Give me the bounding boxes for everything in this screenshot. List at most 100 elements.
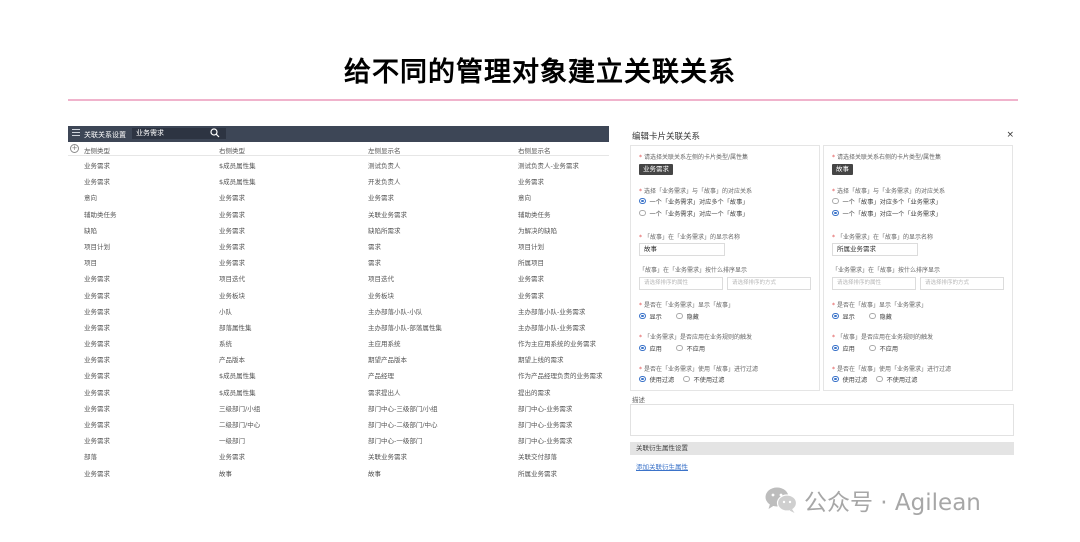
table-cell: 为解决的缺陷	[518, 226, 557, 235]
search-icon[interactable]	[210, 128, 220, 138]
table-row[interactable]: 项目 业务需求 需求 所属项目	[68, 253, 609, 269]
table-cell: $成员属性集	[219, 162, 256, 170]
table-cell: 部门中心-二级部门/中心	[368, 421, 438, 429]
table-row[interactable]: 缺陷 业务需求 缺陷所需求 为解决的缺陷	[68, 221, 609, 237]
table-row[interactable]: 业务需求 一级部门 部门中心-一级部门 部门中心-业务需求	[68, 431, 609, 447]
table-cell: 期望上线的需求	[518, 356, 564, 365]
table-cell: 主办部落小队-小队	[368, 307, 423, 316]
radio-option[interactable]: 一个「故事」对应一个「业务需求」	[832, 209, 942, 218]
sort-order-select[interactable]: 请选择排序的方式	[727, 277, 811, 290]
table-row[interactable]: 项目计划 业务需求 需求 项目计划	[68, 237, 609, 253]
close-icon[interactable]: ×	[1006, 130, 1014, 140]
table-row[interactable]: 辅助类任务 业务需求 关联业务需求 辅助类任务	[68, 205, 609, 221]
table-cell: 缺陷	[84, 226, 97, 235]
table-cell: 业务需求	[219, 194, 245, 203]
table-row[interactable]: 业务需求 $成员属性集 开发负责人 业务需求	[68, 172, 609, 188]
table-cell: 关联业务需求	[368, 210, 407, 219]
add-circle-icon[interactable]: +	[70, 144, 79, 153]
display-name-input[interactable]: 故事	[639, 243, 725, 256]
table-cell: 业务需求	[84, 162, 110, 170]
table-row[interactable]: 业务需求 $成员属性集 需求提出人 提出的需求	[68, 383, 609, 399]
field-label: 「故事」在「业务需求」按什么排序显示	[639, 267, 748, 274]
relation-settings-panel: 关联关系设置 业务需求 + 左侧类型 右侧类型 左侧显示名 右侧显示名 业务需求…	[68, 126, 609, 478]
field-label: * 请选择关联关系右侧的卡片类型/属性集	[832, 154, 942, 161]
table-row[interactable]: 业务需求 故事 故事 所属业务需求	[68, 464, 609, 478]
column-header: 左侧显示名	[368, 147, 401, 155]
table-cell: 关联交付部落	[518, 453, 557, 462]
radio-option[interactable]: 使用过滤	[832, 375, 867, 384]
selected-type-tag[interactable]: 故事	[832, 164, 853, 175]
radio-option[interactable]: 显示	[639, 312, 662, 321]
table-cell: 部门中心-业务需求	[518, 437, 573, 446]
radio-option[interactable]: 一个「业务需求」对应一个「故事」	[639, 209, 749, 218]
table-cell: 业务需求	[518, 291, 544, 300]
radio-option[interactable]: 隐藏	[869, 312, 892, 321]
table-row[interactable]: 业务需求 小队 主办部落小队-小队 主办部落小队-业务需求	[68, 302, 609, 318]
table-cell: 部门中心-一级部门	[368, 437, 423, 446]
table-cell: 部门中心-业务需求	[518, 404, 573, 413]
table-cell: 业务需求	[84, 372, 110, 381]
radio-checked-icon	[832, 344, 839, 352]
radio-option[interactable]: 不使用过滤	[683, 375, 724, 384]
table-cell: 所属业务需求	[518, 469, 557, 478]
add-derived-attribute-link[interactable]: 添加关联衍生属性	[636, 461, 688, 471]
sort-attribute-select[interactable]: 请选择排序的属性	[832, 277, 916, 290]
column-header: 左侧类型	[84, 147, 110, 155]
table-cell: 项目计划	[518, 242, 544, 251]
radio-option[interactable]: 使用过滤	[639, 375, 674, 384]
table-row[interactable]: 业务需求 项目迭代 项目迭代 业务需求	[68, 269, 609, 285]
table-cell: 所属项目	[518, 259, 544, 268]
table-cell: 项目	[84, 259, 97, 268]
table-cell: 小队	[219, 307, 232, 316]
radio-option[interactable]: 一个「故事」对应多个「业务需求」	[832, 197, 942, 206]
table-row[interactable]: 业务需求 二级部门/中心 部门中心-二级部门/中心 部门中心-业务需求	[68, 415, 609, 431]
table-cell: 业务需求	[84, 437, 110, 446]
description-label: 描述	[632, 396, 645, 404]
sort-attribute-select[interactable]: 请选择排序的属性	[639, 277, 723, 290]
selected-type-tag[interactable]: 业务需求	[639, 164, 673, 175]
table-row[interactable]: 业务需求 产品版本 期望产品版本 期望上线的需求	[68, 350, 609, 366]
description-textarea[interactable]	[630, 404, 1014, 436]
right-type-card: * 请选择关联关系右侧的卡片类型/属性集 故事 * 选择「故事」与「业务需求」的对应…	[823, 145, 1013, 391]
table-row[interactable]: 业务需求 $成员属性集 测试负责人 测试负责人-业务需求	[68, 156, 609, 172]
field-label: * 是否在「业务需求」使用「故事」进行过滤	[639, 366, 759, 373]
field-label: * 「故事」在「业务需求」的显示名称	[639, 234, 741, 241]
radio-checked-icon	[639, 312, 646, 320]
left-type-card: * 请选择关联关系左侧的卡片类型/属性集 业务需求 * 选择「业务需求」与「故事」的…	[630, 145, 820, 391]
table-cell: 业务需求	[219, 242, 245, 251]
table-cell: 产品经理	[368, 372, 394, 381]
radio-option[interactable]: 显示	[832, 312, 855, 321]
table-cell: 主办部落小队-业务需求	[518, 323, 586, 332]
table-row[interactable]: 业务需求 $成员属性集 产品经理 作为产品经理负责的业务需求	[68, 366, 609, 382]
table-row[interactable]: 业务需求 业务板块 业务板块 业务需求	[68, 286, 609, 302]
sort-order-select[interactable]: 请选择排序的方式	[920, 277, 1004, 290]
table-cell: 提出的需求	[518, 388, 551, 397]
radio-checked-icon	[832, 375, 839, 383]
table-row[interactable]: 意向 业务需求 业务需求 意向	[68, 188, 609, 204]
radio-option[interactable]: 不应用	[676, 344, 705, 353]
table-cell: 业务需求	[368, 194, 394, 203]
radio-option[interactable]: 不应用	[869, 344, 898, 353]
table-row[interactable]: 部落 业务需求 关联业务需求 关联交付部落	[68, 447, 609, 463]
table-cell: 业务需求	[84, 275, 110, 284]
table-row[interactable]: 业务需求 三级部门/小组 部门中心-三级部门/小组 部门中心-业务需求	[68, 399, 609, 415]
table-cell: 测试负责人-业务需求	[518, 162, 579, 170]
radio-option[interactable]: 应用	[832, 344, 855, 353]
radio-option[interactable]: 一个「业务需求」对应多个「故事」	[639, 197, 749, 206]
menu-icon[interactable]	[72, 129, 80, 138]
table-cell: 辅助类任务	[518, 210, 551, 219]
table-row[interactable]: 业务需求 系统 主应用系统 作为主应用系统的业务需求	[68, 334, 609, 350]
radio-checked-icon	[639, 344, 646, 352]
dialog-title: 编辑卡片关联关系	[632, 132, 701, 142]
radio-unchecked-icon	[676, 344, 683, 352]
radio-option[interactable]: 不使用过滤	[876, 375, 917, 384]
derived-attribute-section-header: 关联衍生属性设置	[630, 442, 1014, 455]
display-name-input[interactable]: 所属业务需求	[832, 243, 918, 256]
radio-option[interactable]: 应用	[639, 344, 662, 353]
radio-unchecked-icon	[832, 197, 839, 205]
table-cell: 部门中心-业务需求	[518, 421, 573, 429]
page-title: 给不同的管理对象建立关联关系	[344, 57, 736, 88]
table-cell: 主办部落小队-业务需求	[518, 307, 586, 316]
radio-option[interactable]: 隐藏	[676, 312, 699, 321]
table-row[interactable]: 业务需求 部落属性集 主办部落小队-部落属性集 主办部落小队-业务需求	[68, 318, 609, 334]
